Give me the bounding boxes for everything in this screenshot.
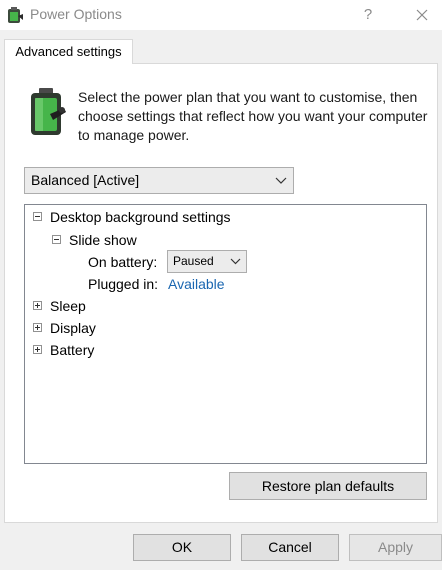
chevron-down-icon [230, 258, 241, 265]
window-title: Power Options [30, 6, 122, 22]
power-plan-value: Balanced [Active] [31, 172, 140, 188]
plugged-in-value-link[interactable]: Available [168, 275, 225, 293]
expand-display-icon[interactable] [33, 323, 42, 332]
plugged-in-label: Plugged in: [88, 276, 159, 292]
title-bar: Power Options ? [0, 0, 442, 30]
on-battery-label: On battery: [88, 254, 158, 270]
restore-plan-defaults-button[interactable]: Restore plan defaults [229, 472, 427, 500]
on-battery-dropdown[interactable]: Paused [167, 250, 247, 273]
collapse-slide-show-icon[interactable] [52, 235, 61, 244]
tree-item-desktop-background[interactable]: Desktop background settings [50, 208, 231, 226]
battery-plan-icon [31, 88, 66, 135]
help-button[interactable]: ? [352, 2, 384, 28]
tree-item-display[interactable]: Display [50, 319, 96, 337]
apply-button[interactable]: Apply [349, 534, 442, 561]
tree-item-slide-show[interactable]: Slide show [69, 231, 137, 249]
tab-advanced-settings[interactable]: Advanced settings [4, 39, 133, 64]
expand-sleep-icon[interactable] [33, 301, 42, 310]
close-icon [416, 9, 428, 21]
ok-button[interactable]: OK [133, 534, 231, 561]
power-plan-dropdown[interactable]: Balanced [Active] [24, 167, 294, 194]
expand-battery-icon[interactable] [33, 345, 42, 354]
on-battery-value: Paused [173, 254, 214, 268]
chevron-down-icon [275, 177, 287, 184]
tree-item-battery[interactable]: Battery [50, 341, 94, 359]
power-options-icon [8, 7, 23, 23]
cancel-button[interactable]: Cancel [241, 534, 339, 561]
tree-item-sleep[interactable]: Sleep [50, 297, 86, 315]
intro-text: Select the power plan that you want to c… [78, 89, 428, 143]
close-button[interactable] [406, 2, 438, 28]
collapse-desktop-background-icon[interactable] [33, 212, 42, 221]
